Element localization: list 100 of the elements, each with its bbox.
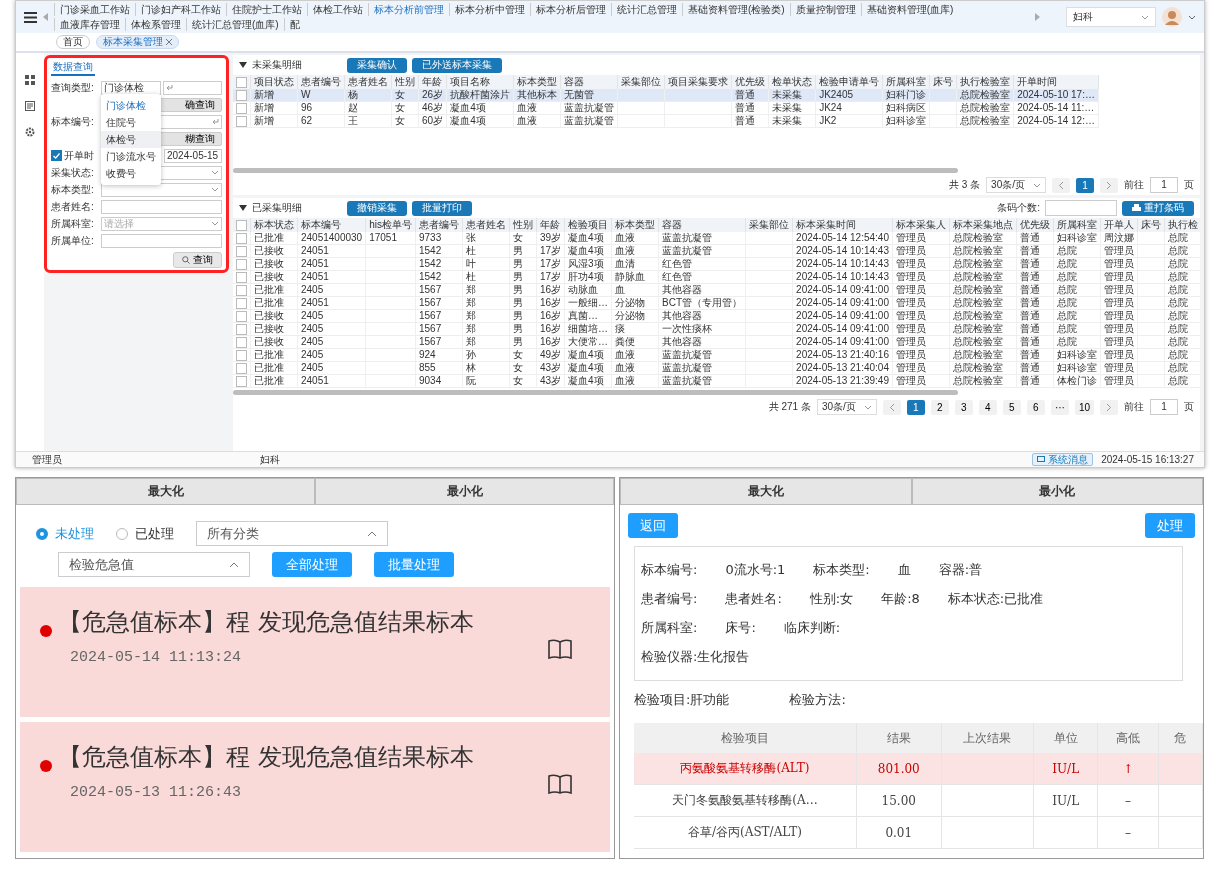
panel-tab[interactable]: 数据查询	[51, 60, 95, 76]
panel-tab[interactable]: 最大化	[16, 478, 315, 505]
page-button[interactable]: 5	[1002, 399, 1021, 415]
nav-tab[interactable]: 体检工作站	[307, 3, 368, 16]
checkbox[interactable]	[236, 284, 247, 296]
nav-tab[interactable]: 血液库存管理	[54, 18, 125, 31]
checkbox[interactable]	[51, 150, 62, 161]
message-button[interactable]: 系统消息	[1032, 453, 1094, 466]
checkbox[interactable]	[236, 297, 247, 309]
page-button[interactable]: 2	[930, 399, 949, 415]
nav-tab[interactable]: 基础资料管理(血库)	[860, 3, 959, 16]
collapse-triangle-icon[interactable]	[239, 62, 247, 68]
right-arrow-icon[interactable]	[1035, 13, 1040, 21]
checkbox[interactable]	[236, 102, 247, 114]
checkbox[interactable]	[236, 375, 247, 387]
grid-icon[interactable]	[25, 75, 35, 85]
left-arrow-icon[interactable]	[43, 13, 48, 21]
alert-card[interactable]: 【危急值标本】程 发现危急值结果标本 2024-05-14 11:13:24	[20, 587, 610, 717]
panel-tab[interactable]: 最小化	[315, 478, 614, 505]
table-cell: 17岁	[536, 244, 565, 258]
nav-tab[interactable]: 标本分析前管理	[368, 3, 449, 16]
dropdown-option[interactable]: 收费号	[101, 165, 161, 182]
caret-icon	[1141, 14, 1149, 20]
next-page-button[interactable]	[1100, 399, 1118, 415]
alert-type-select[interactable]: 检验危急值	[58, 552, 250, 577]
checkbox[interactable]	[236, 89, 247, 101]
panel-tab[interactable]: 最大化	[620, 478, 912, 505]
avatar-icon[interactable]	[1162, 7, 1182, 27]
department-select[interactable]: 妇科	[1066, 7, 1156, 27]
nav-tab[interactable]: 基础资料管理(检验类)	[682, 3, 790, 16]
table-cell: 总院检验室	[949, 244, 1017, 258]
page-input[interactable]: 1	[1150, 399, 1178, 415]
nav-tab[interactable]: 质量控制管理	[789, 3, 861, 16]
page-button[interactable]: 1	[906, 399, 925, 415]
checkbox[interactable]	[236, 271, 247, 283]
checkbox[interactable]	[236, 245, 247, 257]
nav-tab[interactable]: 统计汇总管理(血库)	[186, 18, 284, 31]
gear-icon[interactable]	[25, 127, 35, 137]
checkbox[interactable]	[236, 232, 247, 244]
dropdown-option[interactable]: 住院号	[101, 114, 161, 131]
input-field[interactable]	[101, 199, 222, 214]
previous-page-button[interactable]	[882, 399, 901, 415]
checkbox[interactable]	[236, 336, 247, 348]
page-button[interactable]: 1	[1076, 177, 1094, 193]
input-field[interactable]	[101, 233, 222, 248]
dropdown-option[interactable]: 门诊流水号	[101, 148, 161, 165]
checkbox[interactable]	[236, 219, 247, 231]
table-cell: 总院	[1164, 361, 1200, 375]
dropdown-option[interactable]: 门诊体检	[101, 97, 161, 114]
dropdown-option[interactable]: 体检号	[101, 131, 161, 148]
page-input[interactable]: 1	[1150, 177, 1178, 193]
radio-option[interactable]: 未处理	[36, 524, 94, 543]
breadcrumb-tab[interactable]: 首页	[56, 35, 90, 49]
checkbox[interactable]	[236, 310, 247, 322]
collapse-triangle-icon[interactable]	[239, 205, 247, 211]
action-button[interactable]: 已外送标本采集	[412, 57, 502, 73]
checkbox[interactable]	[236, 76, 247, 88]
alert-card[interactable]: 【危急值标本】程 发现危急值结果标本 2024-05-13 11:26:43	[20, 722, 610, 852]
action-button[interactable]: 采集确认	[347, 57, 407, 73]
category-select[interactable]: 所有分类	[196, 521, 388, 546]
breadcrumb-tab[interactable]: 标本采集管理	[96, 35, 179, 49]
horizontal-scrollbar[interactable]	[233, 168, 959, 173]
query-type-select[interactable]: 门诊体检	[101, 80, 161, 95]
search-button[interactable]: 查询	[173, 252, 222, 268]
date-field[interactable]: 2024-05-15	[164, 148, 222, 163]
book-icon[interactable]	[548, 639, 572, 659]
document-icon[interactable]	[25, 101, 35, 111]
previous-page-button[interactable]	[1052, 177, 1070, 193]
nav-tab[interactable]: 标本分析后管理	[530, 3, 611, 16]
radio-option[interactable]: 已处理	[116, 524, 174, 543]
menu-icon[interactable]	[24, 11, 37, 23]
page-button[interactable]: 4	[978, 399, 997, 415]
page-button[interactable]: 3	[954, 399, 973, 415]
input-field[interactable]	[1045, 200, 1117, 216]
next-page-button[interactable]	[1100, 177, 1118, 193]
checkbox[interactable]	[236, 349, 247, 361]
page-size-select[interactable]: 30条/页	[986, 177, 1046, 193]
action-button[interactable]: 批量打印	[412, 200, 472, 216]
nav-tab[interactable]: 标本分析中管理	[449, 3, 530, 16]
nav-tab[interactable]: 体检系管理	[125, 18, 186, 31]
nav-tab[interactable]: 住院护士工作站	[226, 3, 307, 16]
horizontal-scrollbar[interactable]	[233, 390, 959, 395]
nav-tab[interactable]: 统计汇总管理	[611, 3, 682, 16]
action-button[interactable]: 撤销采集	[347, 200, 407, 216]
nav-tab[interactable]: 配	[283, 18, 305, 31]
nav-tab[interactable]: 门诊采血工作站	[54, 3, 135, 16]
page-button[interactable]: ···	[1050, 399, 1069, 415]
checkbox[interactable]	[236, 362, 247, 374]
page-button[interactable]: 10	[1074, 399, 1094, 415]
panel-tab[interactable]: 最小化	[911, 478, 1203, 505]
checkbox[interactable]	[236, 323, 247, 335]
page-button[interactable]: 6	[1026, 399, 1045, 415]
reprint-button[interactable]: 重打条码	[1122, 200, 1194, 216]
page-size-select[interactable]: 30条/页	[816, 399, 877, 415]
close-icon[interactable]	[166, 39, 172, 45]
checkbox[interactable]	[236, 115, 247, 127]
checkbox[interactable]	[236, 258, 247, 270]
book-icon[interactable]	[548, 774, 572, 794]
input-field[interactable]	[163, 80, 222, 95]
nav-tab[interactable]: 门诊妇产科工作站	[135, 3, 226, 16]
